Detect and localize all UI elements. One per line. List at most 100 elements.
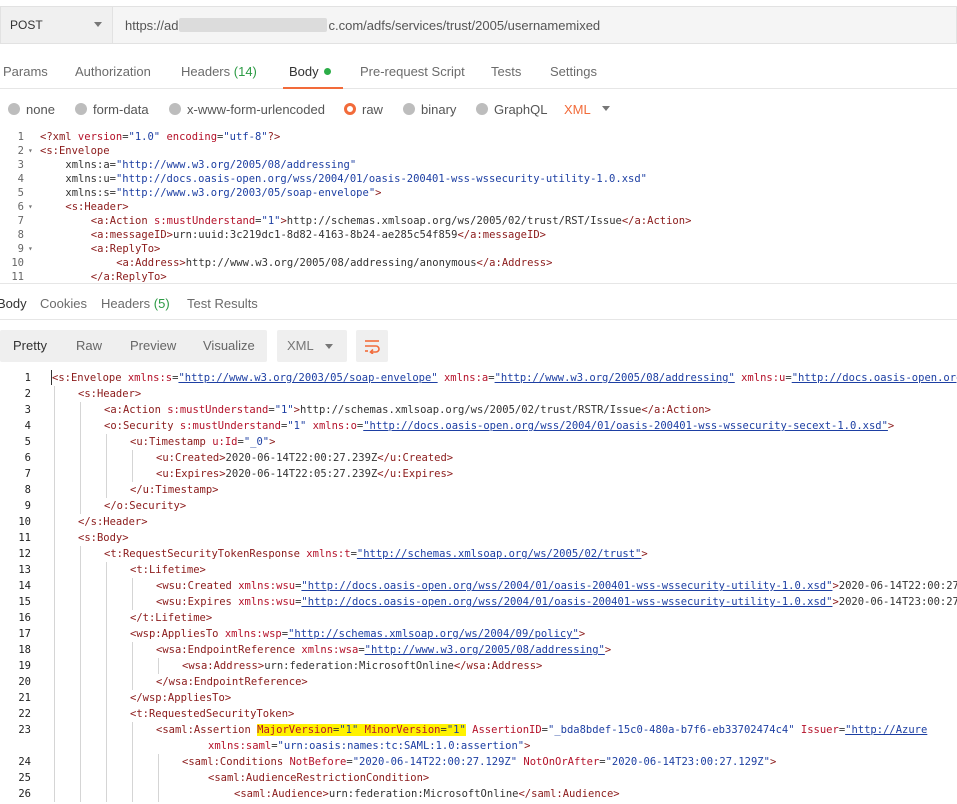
- code-text: <t:RequestedSecurityToken>: [130, 708, 295, 720]
- indent-guide: [80, 786, 81, 802]
- url-input[interactable]: https://ad c.com/adfs/services/trust/2005…: [112, 6, 957, 44]
- radio-graphql[interactable]: [476, 103, 488, 115]
- line-number: 10: [18, 516, 31, 528]
- response-code-line: 5 <u:Timestamp u:Id="_0">: [0, 434, 957, 450]
- code-text: </wsa:EndpointReference>: [156, 676, 308, 688]
- code-text: <saml:Assertion MajorVersion="1" MinorVe…: [156, 724, 928, 736]
- line-number: 11: [18, 532, 31, 544]
- line-number: 3: [24, 404, 31, 416]
- response-code-line: 1 <s:Envelope xmlns:s="http://www.w3.org/…: [0, 370, 957, 386]
- indent-guide: [106, 770, 107, 786]
- radio-binary[interactable]: [403, 103, 415, 115]
- response-code-line: 23 <saml:Assertion MajorVersion="1" Minor…: [0, 722, 957, 738]
- wrap-lines-button[interactable]: [356, 330, 388, 362]
- indent-guide: [132, 674, 133, 690]
- indent-guide: [106, 466, 107, 482]
- response-format-select[interactable]: XML: [277, 330, 347, 362]
- body-type-none[interactable]: none: [26, 102, 55, 117]
- code-text: <wsa:Address>urn:federation:MicrosoftOnl…: [182, 660, 543, 672]
- res-tab-headers[interactable]: Headers (5): [101, 296, 170, 311]
- code-text: <s:Header>: [78, 388, 142, 400]
- code-text: <a:Address>http://www.w3.org/2005/08/add…: [116, 257, 553, 269]
- tab-settings[interactable]: Settings: [550, 64, 597, 79]
- tab-pre-request-script[interactable]: Pre-request Script: [360, 64, 465, 79]
- code-text: </u:Timestamp>: [130, 484, 219, 496]
- response-tabs: Body Cookies Headers (5) Test Results: [0, 290, 957, 320]
- tab-params[interactable]: Params: [3, 64, 48, 79]
- radio-none[interactable]: [8, 103, 20, 115]
- request-body-editor[interactable]: 1 <?xml version="1.0" encoding="utf-8"?> 2…: [0, 130, 957, 284]
- res-tab-cookies[interactable]: Cookies: [40, 296, 87, 311]
- code-text: <wsa:EndpointReference xmlns:wsa="http:/…: [156, 644, 612, 656]
- body-type-urlencoded[interactable]: x-www-form-urlencoded: [187, 102, 325, 117]
- code-text: <s:Envelope: [40, 145, 110, 157]
- view-pretty-button[interactable]: Pretty: [13, 338, 47, 353]
- indent-guide: [54, 418, 55, 434]
- indent-guide: [54, 514, 55, 530]
- response-code-line: 8 </u:Timestamp>: [0, 482, 957, 498]
- indent-guide: [54, 754, 55, 770]
- res-tab-body[interactable]: Body: [0, 296, 27, 311]
- indent-guide: [54, 450, 55, 466]
- response-code-line: 25 <saml:AudienceRestrictionCondition>: [0, 770, 957, 786]
- body-type-selector: none form-data x-www-form-urlencoded raw…: [0, 97, 957, 123]
- tab-tests[interactable]: Tests: [491, 64, 521, 79]
- code-text: <o:Security s:mustUnderstand="1" xmlns:o…: [104, 420, 895, 432]
- indent-guide: [106, 674, 107, 690]
- line-number: 23: [18, 724, 31, 736]
- body-format-select[interactable]: XML: [564, 102, 591, 117]
- line-number: 3: [17, 159, 24, 171]
- line-number: 13: [18, 564, 31, 576]
- radio-raw[interactable]: [344, 103, 356, 115]
- headers-count: (14): [233, 64, 257, 79]
- radio-form-data[interactable]: [75, 103, 87, 115]
- response-code-line: 21 </wsp:AppliesTo>: [0, 690, 957, 706]
- indent-guide: [54, 402, 55, 418]
- radio-urlencoded[interactable]: [169, 103, 181, 115]
- indent-guide: [80, 546, 81, 562]
- line-number: 19: [18, 660, 31, 672]
- response-code-line: 18 <wsa:EndpointReference xmlns:wsa="http…: [0, 642, 957, 658]
- line-number: 7: [17, 215, 24, 227]
- indent-guide: [80, 770, 81, 786]
- view-raw-button[interactable]: Raw: [76, 338, 102, 353]
- body-type-graphql[interactable]: GraphQL: [494, 102, 547, 117]
- indent-guide: [54, 466, 55, 482]
- indent-guide: [54, 658, 55, 674]
- body-type-raw[interactable]: raw: [362, 102, 383, 117]
- response-body-viewer[interactable]: 1 <s:Envelope xmlns:s="http://www.w3.org/…: [0, 370, 957, 804]
- response-code-line: 26 <saml:Audience>urn:federation:Microsof…: [0, 786, 957, 802]
- indent-guide: [132, 578, 133, 594]
- res-tab-test-results[interactable]: Test Results: [187, 296, 258, 311]
- fold-toggle-icon[interactable]: ▾: [28, 242, 33, 256]
- response-code-line: 20 </wsa:EndpointReference>: [0, 674, 957, 690]
- method-select[interactable]: POST: [0, 6, 112, 44]
- tab-body[interactable]: Body: [289, 64, 331, 79]
- view-visualize-button[interactable]: Visualize: [203, 338, 255, 353]
- line-number: 2: [17, 145, 24, 157]
- code-text: xmlns:a="http://www.w3.org/2005/08/addre…: [65, 159, 357, 171]
- code-text: <s:Body>: [78, 532, 129, 544]
- line-number: 4: [24, 420, 31, 432]
- tab-authorization[interactable]: Authorization: [75, 64, 151, 79]
- tab-headers[interactable]: Headers (14): [181, 64, 257, 79]
- body-type-binary[interactable]: binary: [421, 102, 456, 117]
- response-code-line: 4 <o:Security s:mustUnderstand="1" xmlns:…: [0, 418, 957, 434]
- indent-guide: [106, 754, 107, 770]
- view-preview-button[interactable]: Preview: [130, 338, 176, 353]
- indent-guide: [80, 562, 81, 578]
- code-text: <?xml version="1.0" encoding="utf-8"?>: [40, 131, 281, 143]
- body-type-form-data[interactable]: form-data: [93, 102, 149, 117]
- redacted-url-part: [179, 18, 328, 32]
- chevron-down-icon: [94, 22, 102, 27]
- line-number: 1: [24, 372, 31, 384]
- response-code-line: 6 <u:Created>2020-06-14T22:00:27.239Z</u:…: [0, 450, 957, 466]
- indent-guide: [80, 482, 81, 498]
- indent-guide: [54, 706, 55, 722]
- fold-toggle-icon[interactable]: ▾: [28, 144, 33, 158]
- fold-toggle-icon[interactable]: ▾: [28, 200, 33, 214]
- code-text: </o:Security>: [104, 500, 187, 512]
- url-prefix: https://ad: [125, 17, 179, 33]
- indent-guide: [106, 706, 107, 722]
- chevron-down-icon[interactable]: [602, 106, 610, 111]
